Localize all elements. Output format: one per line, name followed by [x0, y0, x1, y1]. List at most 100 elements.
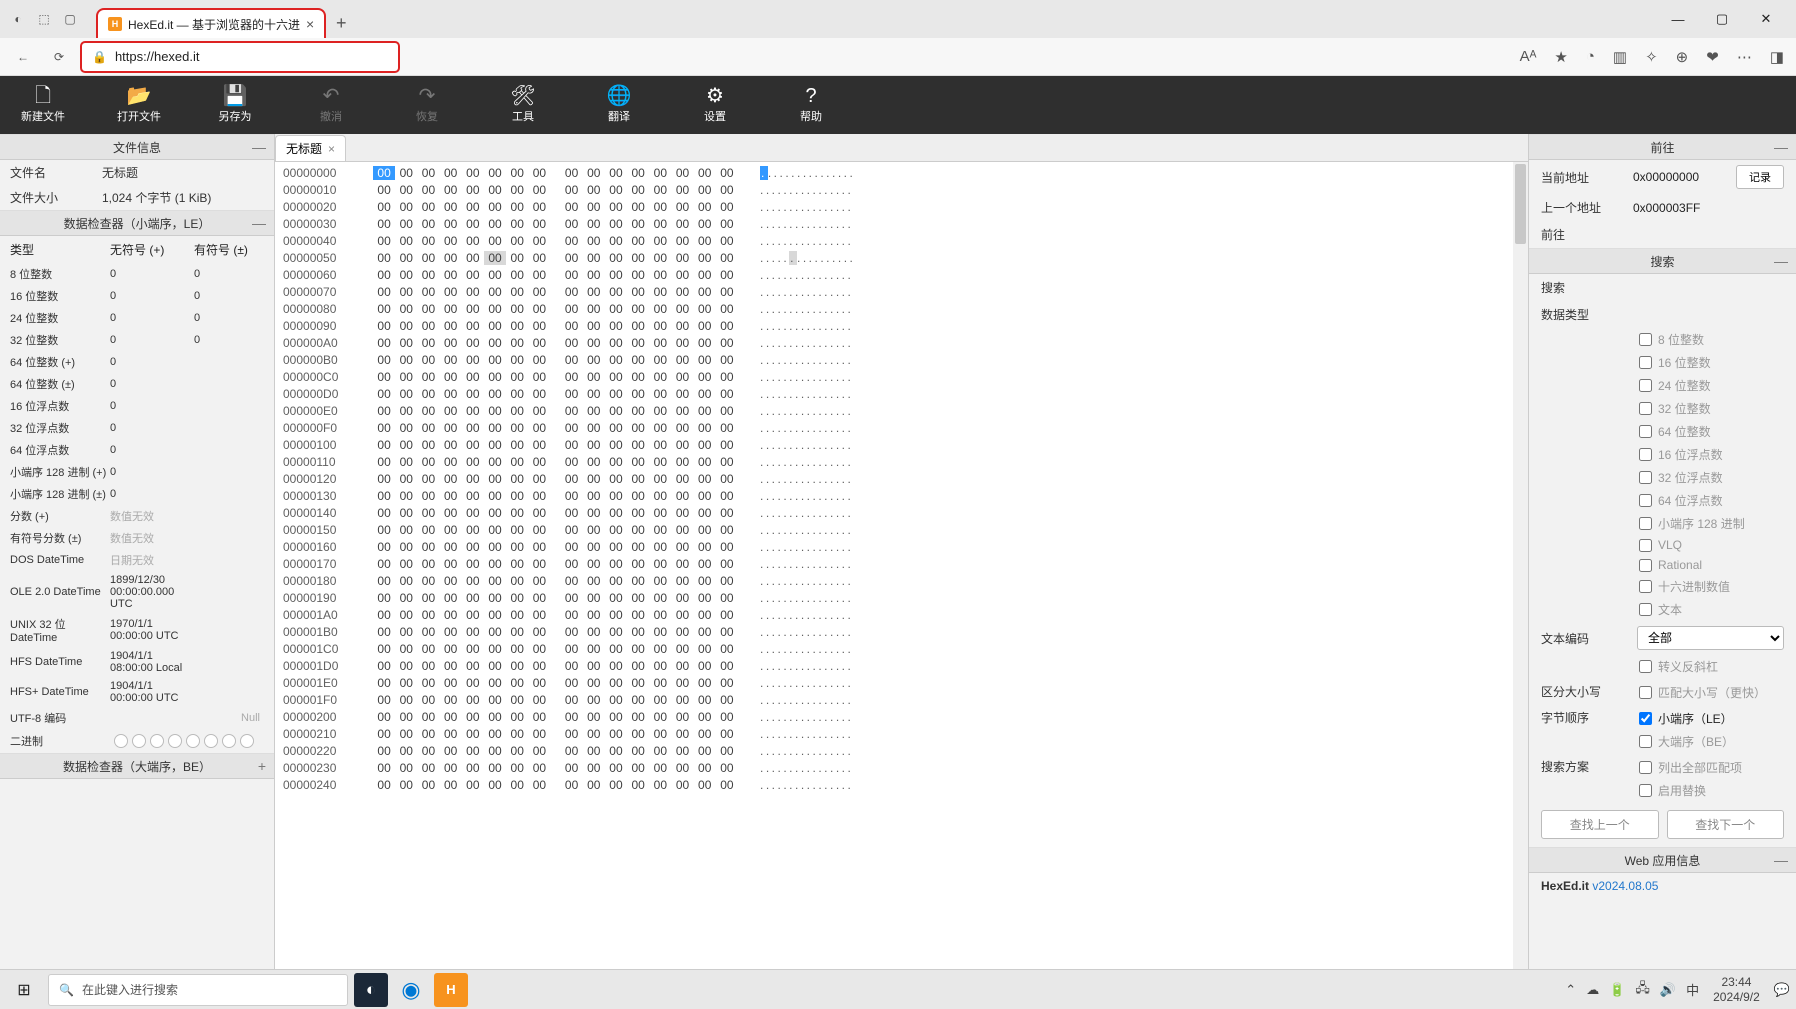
- ascii[interactable]: ................: [760, 523, 853, 537]
- hex-byte[interactable]: 00: [694, 455, 716, 469]
- hex-byte[interactable]: 00: [484, 268, 506, 282]
- hex-byte[interactable]: 00: [484, 166, 506, 180]
- hex-byte[interactable]: 00: [649, 438, 671, 452]
- hex-byte[interactable]: 00: [694, 268, 716, 282]
- hex-byte[interactable]: 00: [440, 200, 462, 214]
- hex-row[interactable]: 0000019000000000000000000000000000000000…: [283, 589, 1520, 606]
- hex-byte[interactable]: 00: [462, 642, 484, 656]
- split-icon[interactable]: ◨: [1770, 48, 1784, 66]
- hex-byte[interactable]: 00: [395, 200, 417, 214]
- favorite-icon[interactable]: ★: [1554, 48, 1567, 66]
- hex-byte[interactable]: 00: [716, 608, 738, 622]
- ascii[interactable]: ................: [760, 744, 853, 758]
- hex-byte[interactable]: 00: [395, 744, 417, 758]
- hex-byte[interactable]: 00: [417, 625, 439, 639]
- hex-byte[interactable]: 00: [484, 421, 506, 435]
- hex-byte[interactable]: 00: [649, 574, 671, 588]
- hex-byte[interactable]: 00: [605, 370, 627, 384]
- hex-byte[interactable]: 00: [417, 404, 439, 418]
- hex-byte[interactable]: 00: [694, 761, 716, 775]
- hex-byte[interactable]: 00: [417, 642, 439, 656]
- hex-row[interactable]: 000001D000000000000000000000000000000000…: [283, 657, 1520, 674]
- hex-byte[interactable]: 00: [484, 319, 506, 333]
- hex-byte[interactable]: 00: [440, 659, 462, 673]
- hex-byte[interactable]: 00: [561, 319, 583, 333]
- hex-byte[interactable]: 00: [605, 778, 627, 792]
- hex-byte[interactable]: 00: [649, 234, 671, 248]
- hex-row[interactable]: 0000001000000000000000000000000000000000…: [283, 181, 1520, 198]
- tray-ime-icon[interactable]: 中: [1686, 980, 1699, 999]
- hex-byte[interactable]: 00: [528, 455, 550, 469]
- hex-byte[interactable]: 00: [506, 200, 528, 214]
- hex-byte[interactable]: 00: [528, 472, 550, 486]
- hex-byte[interactable]: 00: [440, 540, 462, 554]
- hex-byte[interactable]: 00: [417, 574, 439, 588]
- hex-byte[interactable]: 00: [528, 489, 550, 503]
- hex-byte[interactable]: 00: [395, 404, 417, 418]
- hex-row[interactable]: 0000012000000000000000000000000000000000…: [283, 470, 1520, 487]
- hex-byte[interactable]: 00: [506, 183, 528, 197]
- hex-byte[interactable]: 00: [649, 336, 671, 350]
- hex-byte[interactable]: 00: [561, 455, 583, 469]
- hex-byte[interactable]: 00: [484, 455, 506, 469]
- minimize-button[interactable]: —: [1656, 0, 1700, 38]
- hex-byte[interactable]: 00: [694, 506, 716, 520]
- hex-byte[interactable]: 00: [605, 183, 627, 197]
- hex-byte[interactable]: 00: [484, 336, 506, 350]
- ascii[interactable]: ................: [760, 251, 855, 265]
- hex-byte[interactable]: 00: [506, 285, 528, 299]
- hex-byte[interactable]: 00: [462, 200, 484, 214]
- hex-byte[interactable]: 00: [649, 200, 671, 214]
- hex-byte[interactable]: 00: [627, 778, 649, 792]
- hex-byte[interactable]: 00: [528, 642, 550, 656]
- hex-byte[interactable]: 00: [605, 761, 627, 775]
- hex-byte[interactable]: 00: [649, 659, 671, 673]
- hex-byte[interactable]: 00: [506, 251, 528, 265]
- hex-byte[interactable]: 00: [373, 574, 395, 588]
- hex-byte[interactable]: 00: [373, 727, 395, 741]
- hex-byte[interactable]: 00: [528, 744, 550, 758]
- bit-circle[interactable]: [132, 734, 146, 748]
- hex-byte[interactable]: 00: [627, 370, 649, 384]
- hex-row[interactable]: 0000015000000000000000000000000000000000…: [283, 521, 1520, 538]
- hex-byte[interactable]: 00: [583, 642, 605, 656]
- browser-tab[interactable]: H HexEd.it — 基于浏览器的十六进 ×: [96, 8, 326, 38]
- hex-byte[interactable]: 00: [716, 421, 738, 435]
- hex-byte[interactable]: 00: [716, 353, 738, 367]
- hex-byte[interactable]: 00: [605, 506, 627, 520]
- hex-byte[interactable]: 00: [395, 302, 417, 316]
- ascii[interactable]: ................: [760, 370, 853, 384]
- hex-byte[interactable]: 00: [417, 710, 439, 724]
- hex-byte[interactable]: 00: [649, 319, 671, 333]
- hex-byte[interactable]: 00: [649, 302, 671, 316]
- hex-row[interactable]: 0000002000000000000000000000000000000000…: [283, 198, 1520, 215]
- ascii[interactable]: ................: [760, 574, 853, 588]
- search-header[interactable]: 搜索 —: [1529, 248, 1796, 274]
- hex-byte[interactable]: 00: [395, 761, 417, 775]
- hex-byte[interactable]: 00: [605, 217, 627, 231]
- hex-byte[interactable]: 00: [506, 591, 528, 605]
- hex-byte[interactable]: 00: [649, 268, 671, 282]
- hex-byte[interactable]: 00: [440, 285, 462, 299]
- hex-byte[interactable]: 00: [506, 268, 528, 282]
- hex-row[interactable]: 000000F000000000000000000000000000000000…: [283, 419, 1520, 436]
- toolbar-翻译[interactable]: 🌐翻译: [594, 86, 644, 124]
- hex-byte[interactable]: 00: [694, 472, 716, 486]
- hex-byte[interactable]: 00: [440, 404, 462, 418]
- hex-byte[interactable]: 00: [583, 506, 605, 520]
- hex-byte[interactable]: 00: [440, 166, 462, 180]
- hex-byte[interactable]: 00: [583, 200, 605, 214]
- ascii[interactable]: ................: [760, 761, 853, 775]
- hex-byte[interactable]: 00: [395, 727, 417, 741]
- hex-byte[interactable]: 00: [373, 166, 395, 180]
- hex-byte[interactable]: 00: [694, 557, 716, 571]
- hex-byte[interactable]: 00: [649, 506, 671, 520]
- hex-byte[interactable]: 00: [694, 608, 716, 622]
- hex-byte[interactable]: 00: [605, 472, 627, 486]
- hex-byte[interactable]: 00: [605, 234, 627, 248]
- hex-byte[interactable]: 00: [462, 744, 484, 758]
- hex-byte[interactable]: 00: [440, 676, 462, 690]
- hex-byte[interactable]: 00: [417, 268, 439, 282]
- hex-byte[interactable]: 00: [716, 302, 738, 316]
- hex-row[interactable]: 000001C000000000000000000000000000000000…: [283, 640, 1520, 657]
